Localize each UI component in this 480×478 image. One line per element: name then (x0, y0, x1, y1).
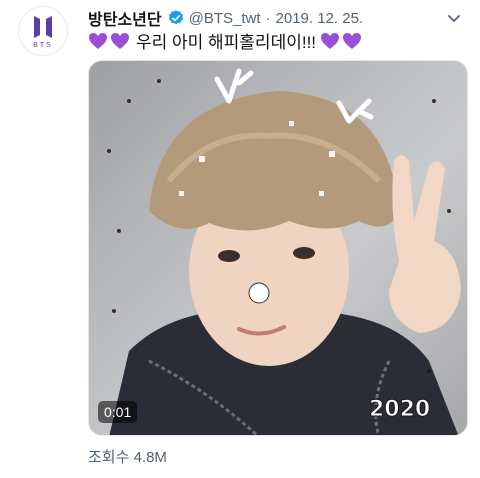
video-thumbnail: 2020 (107, 68, 461, 435)
verified-badge-icon (167, 9, 185, 27)
purple-heart-icon (110, 32, 130, 50)
tweet-text: 우리 아미 해피홀리데이!!! (88, 28, 364, 53)
svg-text:2020: 2020 (369, 397, 430, 422)
avatar-label: BTS (33, 41, 53, 49)
separator-dot: · (265, 9, 271, 27)
video-player[interactable]: 2020 0:01 (88, 60, 468, 436)
view-count: 조회수 4.8M (88, 449, 167, 466)
tweet-body: 우리 아미 해피홀리데이!!! (136, 33, 317, 52)
display-name[interactable]: 방탄소년단 (88, 6, 162, 30)
chevron-down-icon[interactable] (442, 6, 466, 30)
purple-heart-icon (320, 32, 340, 50)
avatar[interactable]: BTS (18, 6, 68, 56)
purple-heart-icon (88, 32, 108, 50)
purple-heart-icon (342, 32, 362, 50)
user-handle[interactable]: @BTS_twt (189, 10, 261, 27)
tweet-date[interactable]: 2019. 12. 25. (276, 10, 364, 27)
video-timestamp: 0:01 (98, 401, 138, 423)
tweet-header: 방탄소년단 @BTS_twt · 2019. 12. 25. (88, 6, 466, 30)
bts-logo-icon (34, 15, 52, 38)
